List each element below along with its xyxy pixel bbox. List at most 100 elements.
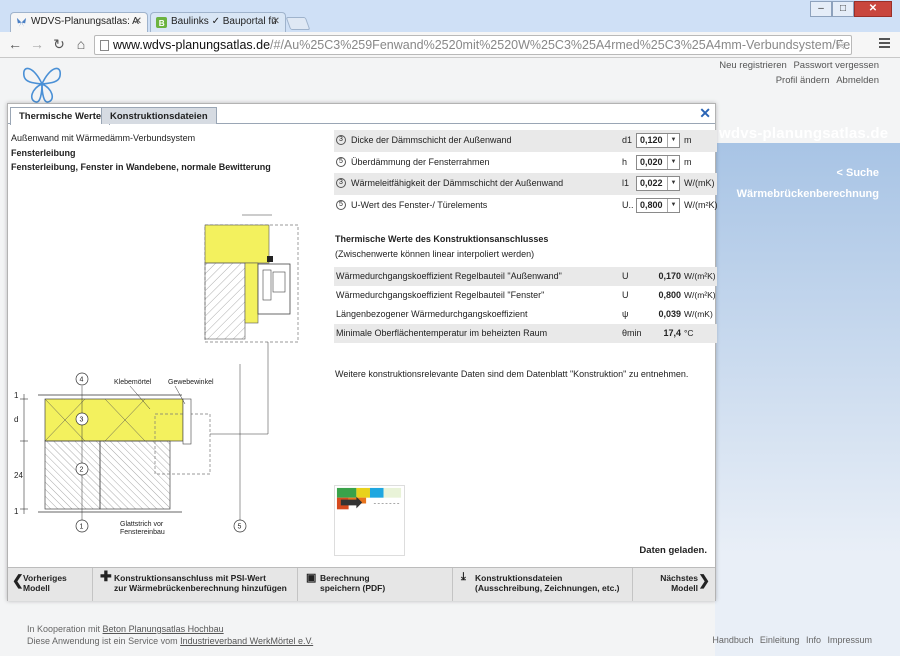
browser-tab-baulinks[interactable]: B Baulinks ✓ Bauportal fü ✕ — [150, 12, 286, 32]
result-value: 0,039 — [658, 309, 681, 319]
forgot-password-link[interactable]: Passwort vergessen — [793, 60, 879, 71]
save-pdf-button[interactable]: ▣ Berechnung speichern (PDF) — [298, 568, 453, 601]
industrieverband-link[interactable]: Industrieverband WerkMörtel e.V. — [180, 636, 313, 646]
parameter-table: 3 Dicke der Dämmschicht der Außenwand d1… — [334, 130, 718, 216]
plaster-label-1: Glattstrich vor — [120, 521, 164, 528]
thermal-conductivity-select[interactable]: 0,022 ▼ — [636, 176, 680, 191]
search-link[interactable]: < Suche — [837, 167, 880, 179]
chevron-right-icon: ❯ — [698, 572, 710, 588]
detail-view — [204, 214, 299, 343]
frame-overlap-select[interactable]: 0,020 ▼ — [636, 154, 680, 170]
button-label: Vorheriges — [23, 573, 67, 583]
bookmark-star-icon[interactable]: ☆ — [834, 36, 847, 53]
result-unit: W/(m²K) — [684, 290, 716, 300]
forward-arrow-icon[interactable]: → — [28, 36, 46, 52]
param-number: 3 — [336, 178, 346, 188]
browser-tab-title: WDVS-Planungsatlas: A — [31, 16, 139, 27]
maximize-icon[interactable]: □ — [832, 1, 854, 17]
download-icon: ⤓ — [461, 571, 466, 583]
sidebar-background — [715, 143, 900, 656]
next-model-button[interactable]: ❯ Nächstes Modell — [633, 568, 715, 601]
browser-toolbar: ← → ↻ ⌂ www.wdvs-planungsatlas.de/#/Au%2… — [0, 32, 900, 58]
close-icon[interactable]: ✕ — [699, 105, 711, 122]
isotherm-thumbnail[interactable] — [334, 485, 405, 556]
page-footer-left: In Kooperation mit Beton Planungsatlas H… — [27, 623, 313, 647]
browser-tab-bar: WDVS-Planungsatlas: A ✕ B Baulinks ✓ Bau… — [0, 0, 900, 32]
result-value: 0,800 — [658, 290, 681, 300]
select-value: 0,120 — [640, 135, 663, 145]
imprint-link[interactable]: Impressum — [827, 635, 872, 645]
button-label: Konstruktionsanschluss mit PSI-Wert — [114, 573, 266, 583]
param-unit: m — [684, 156, 692, 167]
tab-close-icon[interactable]: ✕ — [134, 16, 142, 27]
add-to-calculation-button[interactable]: ✚ Konstruktionsanschluss mit PSI-Wert zu… — [93, 568, 298, 601]
info-link[interactable]: Info — [806, 635, 821, 645]
param-symbol: d1 — [622, 135, 633, 145]
address-bar[interactable]: www.wdvs-planungsatlas.de/#/Au%25C3%259F… — [94, 35, 852, 55]
browser-tab-wdvs[interactable]: WDVS-Planungsatlas: A ✕ — [10, 12, 148, 32]
construction-type: Außenwand mit Wärmedämm-Verbundsystem — [11, 133, 196, 143]
dim-d1: d — [14, 415, 18, 424]
result-row: Wärmedurchgangskoeffizient Regelbauteil … — [334, 286, 717, 305]
result-symbol: U — [622, 290, 629, 300]
close-window-icon[interactable]: ✕ — [854, 1, 892, 17]
dropdown-arrow-icon[interactable]: ▼ — [667, 134, 679, 147]
butterfly-favicon-icon — [16, 17, 27, 28]
dropdown-arrow-icon[interactable]: ▼ — [667, 177, 679, 190]
butterfly-logo-icon[interactable] — [18, 62, 66, 106]
result-value: 17,4 — [663, 328, 681, 338]
param-label: Dicke der Dämmschicht der Außenwand — [351, 135, 512, 145]
tab-konstruktionsdateien[interactable]: Konstruktionsdateien — [101, 107, 217, 124]
new-tab-button[interactable] — [285, 17, 311, 30]
select-value: 0,800 — [640, 199, 663, 210]
edit-profile-link[interactable]: Profil ändern — [776, 75, 830, 86]
param-number: 5 — [336, 199, 346, 210]
tab-thermische-werte[interactable]: Thermische Werte — [10, 107, 111, 125]
menu-icon[interactable] — [879, 38, 890, 50]
construction-files-button[interactable]: ⤓ Konstruktionsdateien (Ausschreibung, Z… — [453, 568, 633, 601]
dropdown-arrow-icon[interactable]: ▼ — [667, 155, 679, 169]
page-icon — [100, 40, 109, 51]
svg-text:B: B — [159, 19, 165, 28]
introduction-link[interactable]: Einleitung — [760, 635, 800, 645]
page-footer-links: Handbuch Einleitung Info Impressum — [708, 635, 872, 645]
dropdown-arrow-icon[interactable]: ▼ — [667, 198, 679, 212]
url-host: www.wdvs-planungsatlas.de — [113, 38, 271, 52]
window-controls: – □ ✕ — [810, 1, 892, 17]
save-disk-icon: ▣ — [306, 572, 317, 584]
param-label: Wärmeleitfähigkeit der Dämmschicht der A… — [351, 178, 564, 188]
logout-link[interactable]: Abmelden — [836, 75, 879, 86]
detail-category: Fensterleibung — [11, 148, 76, 158]
home-icon[interactable]: ⌂ — [72, 36, 90, 52]
minimize-icon[interactable]: – — [810, 1, 832, 17]
result-label: Minimale Oberflächentemperatur im beheiz… — [336, 328, 548, 338]
detail-name: Fensterleibung, Fenster in Wandebene, no… — [11, 162, 271, 172]
back-arrow-icon[interactable]: ← — [6, 36, 24, 52]
register-link[interactable]: Neu registrieren — [719, 60, 787, 71]
result-unit: W/(m²K) — [684, 271, 716, 281]
tab-close-icon[interactable]: ✕ — [272, 16, 280, 27]
callout-1: 1 — [80, 524, 84, 531]
result-unit: °C — [684, 328, 694, 338]
dim-24: 24 — [14, 471, 23, 480]
button-label: Konstruktionsdateien — [475, 573, 563, 583]
site-name: wdvs-planungsatlas.de — [719, 125, 889, 142]
adhesive-mortar-label: Klebemörtel — [114, 379, 152, 386]
param-unit: m — [684, 135, 692, 145]
chevron-left-icon: ❮ — [12, 572, 24, 588]
section-view — [20, 342, 269, 533]
result-label: Wärmedurchgangskoeffizient Regelbauteil … — [336, 290, 545, 300]
insulation-thickness-select[interactable]: 0,120 ▼ — [636, 133, 680, 148]
beton-planungsatlas-link[interactable]: Beton Planungsatlas Hochbau — [103, 624, 224, 634]
url-path: /#/Au%25C3%259Fenwand%2520mit%2520W%25C3… — [270, 38, 852, 52]
button-label: speichern (PDF) — [320, 583, 386, 593]
handbook-link[interactable]: Handbuch — [712, 635, 753, 645]
param-row: 3 Dicke der Dämmschicht der Außenwand d1… — [334, 130, 717, 152]
dim-1-bottom: 1 — [14, 507, 19, 516]
reload-icon[interactable]: ↻ — [50, 36, 68, 53]
heat-bridge-calc-link[interactable]: Wärmebrückenberechnung — [737, 188, 879, 200]
window-u-value-select[interactable]: 0,800 ▼ — [636, 197, 680, 213]
result-row: Wärmedurchgangskoeffizient Regelbauteil … — [334, 267, 717, 286]
previous-model-button[interactable]: ❮ Vorheriges Modell — [8, 568, 93, 601]
param-unit: W/(mK) — [684, 178, 715, 188]
